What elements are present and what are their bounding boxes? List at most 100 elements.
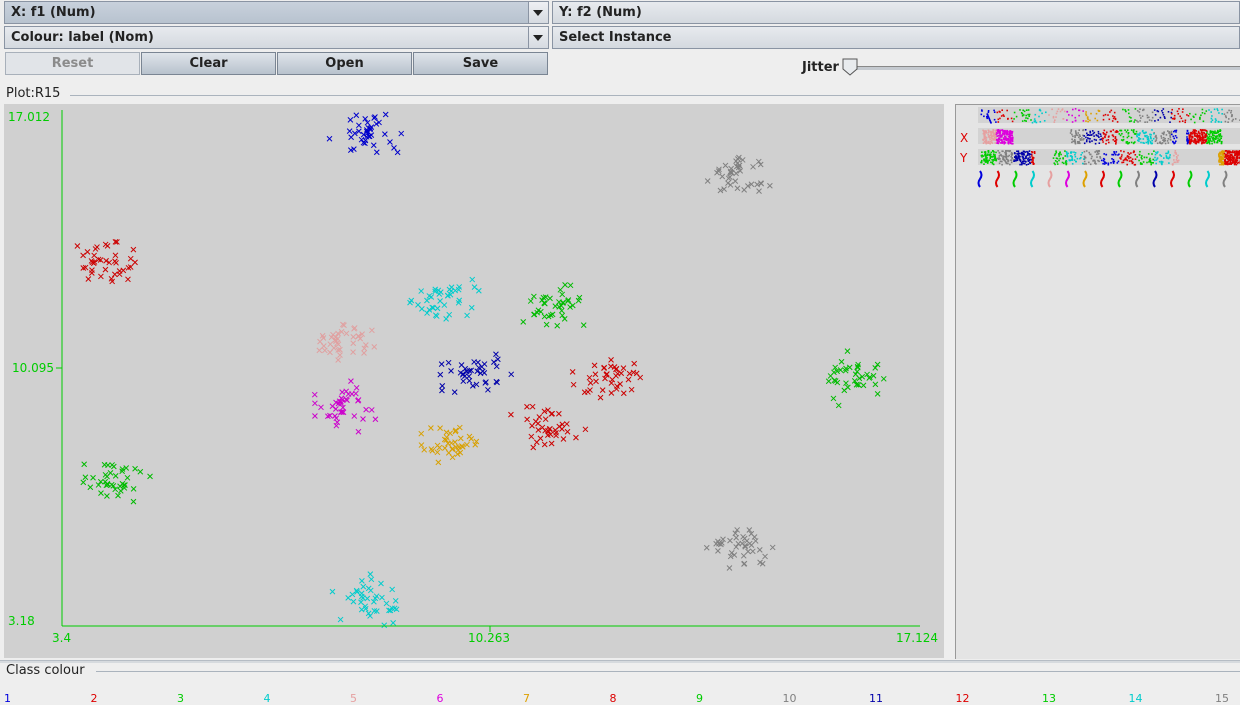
- attribute-dot: [1221, 113, 1223, 115]
- attribute-dot: [1084, 151, 1086, 153]
- legend-class-1[interactable]: 1: [4, 692, 11, 705]
- attribute-dot: [1012, 140, 1014, 142]
- legend-class-6[interactable]: 6: [437, 692, 444, 705]
- legend-class-14[interactable]: 14: [1129, 692, 1143, 705]
- attribute-dot: [1067, 156, 1069, 158]
- attribute-dot: [1056, 113, 1058, 115]
- attribute-dot: [1148, 153, 1150, 155]
- attribute-dot: [1007, 150, 1009, 152]
- attribute-dot: [1228, 118, 1230, 120]
- attribute-dot: [1178, 108, 1180, 110]
- attribute-dot: [1234, 163, 1236, 165]
- legend-class-13[interactable]: 13: [1042, 692, 1056, 705]
- attribute-dot: [1016, 116, 1018, 118]
- attribute-dot: [1169, 134, 1171, 136]
- attribute-dot: [1120, 135, 1122, 137]
- attribute-dot: [1190, 140, 1192, 142]
- attribute-dot: [999, 158, 1001, 160]
- attribute-dot: [1055, 160, 1057, 162]
- attribute-dot: [1155, 154, 1157, 156]
- attribute-dot: [1078, 115, 1080, 117]
- attribute-squiggle: [1066, 171, 1069, 187]
- attribute-dot: [999, 134, 1001, 136]
- x-axis-select[interactable]: X: f1 (Num): [4, 1, 549, 24]
- colour-select[interactable]: Colour: label (Nom): [4, 26, 549, 49]
- attribute-dot: [1209, 138, 1211, 140]
- attribute-dot: [1111, 158, 1113, 160]
- attribute-dot: [983, 116, 985, 118]
- legend-class-15[interactable]: 15: [1215, 692, 1229, 705]
- attribute-dot: [1197, 140, 1199, 142]
- attribute-dot: [1160, 135, 1162, 137]
- attribute-dot: [1011, 135, 1013, 137]
- attribute-dot: [1232, 151, 1234, 153]
- attribute-dot: [1190, 119, 1192, 121]
- attribute-dot: [1121, 133, 1123, 135]
- legend-class-2[interactable]: 2: [91, 692, 98, 705]
- attribute-dot: [1168, 162, 1170, 164]
- scatter-plot[interactable]: 17.012 10.095 3.18 3.4 10.263 17.124: [4, 104, 944, 658]
- attribute-dot: [1165, 153, 1167, 155]
- jitter-slider-track[interactable]: [850, 66, 1240, 70]
- attribute-dot: [999, 155, 1001, 157]
- legend-class-11[interactable]: 11: [869, 692, 883, 705]
- attribute-dot: [1085, 111, 1087, 113]
- legend-class-3[interactable]: 3: [177, 692, 184, 705]
- attribute-dot: [1040, 121, 1042, 123]
- attribute-bars[interactable]: X Y: [956, 105, 1240, 659]
- attribute-dot: [1095, 143, 1097, 145]
- attribute-dot: [1113, 139, 1115, 141]
- attribute-dot: [1236, 158, 1238, 160]
- attribute-dot: [1184, 122, 1186, 124]
- attribute-dot: [1175, 135, 1177, 137]
- attribute-dot: [1137, 121, 1139, 123]
- attribute-dot: [1027, 151, 1029, 153]
- legend-class-10[interactable]: 10: [783, 692, 797, 705]
- chevron-down-icon[interactable]: [528, 27, 548, 48]
- attribute-dot: [1075, 143, 1077, 145]
- legend-class-4[interactable]: 4: [264, 692, 271, 705]
- attribute-dot: [985, 137, 987, 139]
- attribute-dot: [1199, 138, 1201, 140]
- attribute-dot: [1186, 136, 1188, 138]
- legend-class-7[interactable]: 7: [523, 692, 530, 705]
- reset-button[interactable]: Reset: [5, 52, 140, 75]
- attribute-dot: [1147, 136, 1149, 138]
- attribute-dot: [992, 129, 994, 131]
- chevron-down-icon[interactable]: [528, 2, 548, 23]
- attribute-dot: [1080, 139, 1082, 141]
- attribute-dot: [1120, 150, 1122, 152]
- select-instance-select[interactable]: Select Instance: [552, 26, 1240, 49]
- legend-class-8[interactable]: 8: [610, 692, 617, 705]
- attribute-dot: [1063, 163, 1065, 165]
- save-button[interactable]: Save: [413, 52, 548, 75]
- legend-class-5[interactable]: 5: [350, 692, 357, 705]
- attribute-dot: [995, 152, 997, 154]
- attribute-dot: [1062, 158, 1064, 160]
- attribute-dot: [1031, 162, 1033, 164]
- attribute-dot: [1197, 135, 1199, 137]
- attribute-dot: [1108, 139, 1110, 141]
- legend-class-12[interactable]: 12: [956, 692, 970, 705]
- attribute-squiggle: [1014, 171, 1017, 187]
- attribute-dot: [1028, 115, 1030, 117]
- jitter-slider-thumb[interactable]: [842, 58, 858, 76]
- attribute-dot: [1225, 150, 1227, 152]
- attribute-dot: [1217, 137, 1219, 139]
- attribute-dot: [1147, 115, 1149, 117]
- y-axis-select[interactable]: Y: f2 (Num): [552, 1, 1240, 24]
- attribute-dot: [1165, 143, 1167, 145]
- attribute-dot: [1016, 157, 1018, 159]
- attribute-dot: [991, 140, 993, 142]
- clear-button[interactable]: Clear: [141, 52, 276, 75]
- attribute-dot: [1207, 138, 1209, 140]
- attribute-dot: [995, 136, 997, 138]
- attribute-dot: [1123, 136, 1125, 138]
- open-button[interactable]: Open: [277, 52, 412, 75]
- legend-class-9[interactable]: 9: [696, 692, 703, 705]
- attribute-dot: [1111, 154, 1113, 156]
- attribute-dot: [1095, 139, 1097, 141]
- attribute-dot: [1056, 161, 1058, 163]
- attribute-dot: [1011, 132, 1013, 134]
- attribute-dot: [1119, 133, 1121, 135]
